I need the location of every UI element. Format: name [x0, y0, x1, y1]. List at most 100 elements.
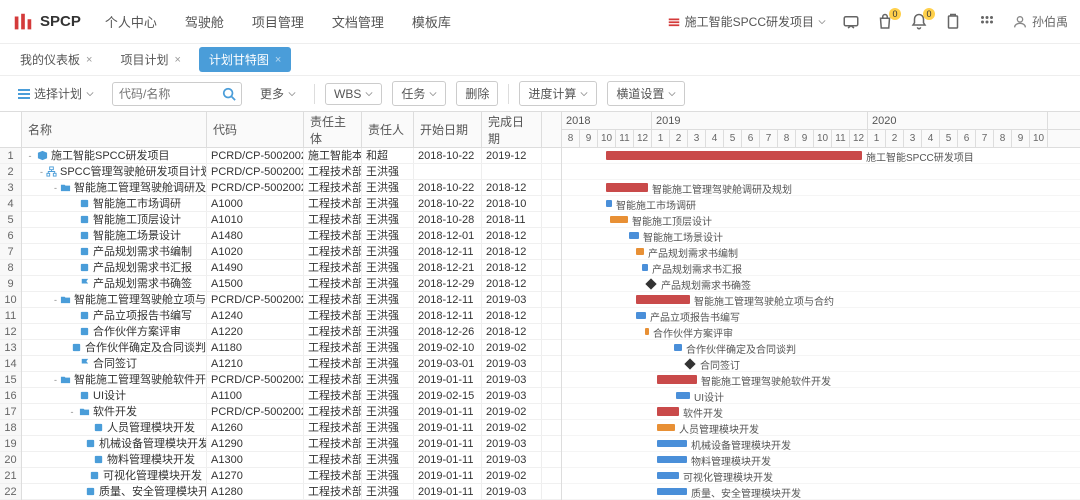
- col-resp[interactable]: 责任人: [362, 112, 414, 147]
- gantt-row[interactable]: 合作伙伴确定及合同谈判: [562, 340, 1080, 356]
- gantt-row[interactable]: 合作伙伴方案评审: [562, 324, 1080, 340]
- gantt-row[interactable]: 智能施工顶层设计: [562, 212, 1080, 228]
- gantt-bar[interactable]: [610, 216, 628, 223]
- close-icon[interactable]: ×: [86, 54, 92, 66]
- gantt-row[interactable]: 产品立项报告书编写: [562, 308, 1080, 324]
- milestone-icon[interactable]: [684, 358, 695, 369]
- gantt-row[interactable]: 智能施工场景设计: [562, 228, 1080, 244]
- gantt-row[interactable]: UI设计: [562, 388, 1080, 404]
- gantt-row[interactable]: 物料管理模块开发: [562, 452, 1080, 468]
- more-button[interactable]: 更多: [252, 82, 304, 105]
- gantt-bar[interactable]: [642, 264, 648, 271]
- row-number[interactable]: 22: [0, 484, 21, 500]
- gantt-row[interactable]: 质量、安全管理模块开发: [562, 484, 1080, 500]
- nav-item[interactable]: 驾驶舱: [185, 12, 224, 31]
- row-number[interactable]: 17: [0, 404, 21, 420]
- progress-button[interactable]: 进度计算: [519, 81, 597, 106]
- close-icon[interactable]: ×: [174, 54, 180, 66]
- table-row[interactable]: -软件开发PCRD/CP-50020021工程技术部王洪强2019-01-112…: [22, 404, 561, 420]
- expand-icon[interactable]: -: [54, 372, 57, 387]
- gantt-row[interactable]: 人员管理模块开发: [562, 420, 1080, 436]
- expand-icon[interactable]: -: [54, 180, 57, 195]
- project-selector[interactable]: 施工智能SPCC研发项目: [667, 13, 826, 30]
- gantt-row[interactable]: [562, 164, 1080, 180]
- row-number[interactable]: 5: [0, 212, 21, 228]
- table-row[interactable]: 智能施工市场调研A1000工程技术部王洪强2018-10-222018-10: [22, 196, 561, 212]
- row-number[interactable]: 16: [0, 388, 21, 404]
- gantt-bar[interactable]: [645, 328, 649, 335]
- gantt-row[interactable]: 智能施工管理驾驶舱软件开发: [562, 372, 1080, 388]
- clipboard-icon[interactable]: [944, 13, 962, 31]
- gantt-row[interactable]: 智能施工市场调研: [562, 196, 1080, 212]
- row-number[interactable]: 4: [0, 196, 21, 212]
- expand-icon[interactable]: -: [68, 404, 76, 419]
- gantt-row[interactable]: 施工智能SPCC研发项目: [562, 148, 1080, 164]
- gantt-panel[interactable]: 201820192020 891011121234567891011121234…: [562, 112, 1080, 500]
- bell-icon[interactable]: 0: [910, 13, 928, 31]
- gantt-bar[interactable]: [606, 200, 612, 207]
- gantt-bar[interactable]: [629, 232, 639, 239]
- row-number[interactable]: 14: [0, 356, 21, 372]
- apps-icon[interactable]: [978, 13, 996, 31]
- search-icon[interactable]: [222, 87, 236, 101]
- chat-icon[interactable]: [842, 13, 860, 31]
- row-number[interactable]: 9: [0, 276, 21, 292]
- row-number[interactable]: 21: [0, 468, 21, 484]
- nav-item[interactable]: 文档管理: [332, 12, 384, 31]
- table-row[interactable]: 质量、安全管理模块开发A1280工程技术部王洪强2019-01-112019-0…: [22, 484, 561, 500]
- row-number[interactable]: 18: [0, 420, 21, 436]
- gantt-bar[interactable]: [606, 183, 648, 192]
- table-row[interactable]: -智能施工管理驾驶舱立项与合约PCRD/CP-50020021工程技术部王洪强2…: [22, 292, 561, 308]
- settings-button[interactable]: 横道设置: [607, 81, 685, 106]
- milestone-icon[interactable]: [645, 278, 656, 289]
- col-name[interactable]: 名称: [22, 112, 207, 147]
- table-row[interactable]: 合作伙伴确定及合同谈判A1180工程技术部王洪强2019-02-102019-0…: [22, 340, 561, 356]
- gantt-row[interactable]: 软件开发: [562, 404, 1080, 420]
- gantt-bar[interactable]: [676, 392, 690, 399]
- gantt-row[interactable]: 机械设备管理模块开发: [562, 436, 1080, 452]
- gantt-bar[interactable]: [606, 151, 862, 160]
- close-icon[interactable]: ×: [275, 54, 281, 66]
- gantt-row[interactable]: 智能施工管理驾驶舱立项与合约: [562, 292, 1080, 308]
- col-code[interactable]: 代码: [207, 112, 304, 147]
- table-row[interactable]: 产品规划需求书编制A1020工程技术部王洪强2018-12-112018-12: [22, 244, 561, 260]
- table-row[interactable]: -智能施工管理驾驶舱软件开发PCRD/CP-50020021工程技术部王洪强20…: [22, 372, 561, 388]
- gantt-bar[interactable]: [636, 248, 644, 255]
- nav-item[interactable]: 模板库: [412, 12, 451, 31]
- row-number[interactable]: 13: [0, 340, 21, 356]
- row-number[interactable]: 20: [0, 452, 21, 468]
- delete-button[interactable]: 删除: [456, 81, 498, 106]
- gantt-bar[interactable]: [657, 424, 675, 431]
- row-number[interactable]: 19: [0, 436, 21, 452]
- gantt-bar[interactable]: [636, 312, 646, 319]
- gantt-bar[interactable]: [657, 472, 679, 479]
- gantt-bar[interactable]: [657, 440, 687, 447]
- table-row[interactable]: 可视化管理模块开发A1270工程技术部王洪强2019-01-112019-02: [22, 468, 561, 484]
- gantt-bar[interactable]: [674, 344, 682, 351]
- row-number[interactable]: 6: [0, 228, 21, 244]
- table-row[interactable]: 机械设备管理模块开发A1290工程技术部王洪强2019-01-112019-03: [22, 436, 561, 452]
- table-row[interactable]: 物料管理模块开发A1300工程技术部王洪强2019-01-112019-03: [22, 452, 561, 468]
- table-row[interactable]: 产品立项报告书编写A1240工程技术部王洪强2018-12-112018-12: [22, 308, 561, 324]
- row-number[interactable]: 1: [0, 148, 21, 164]
- table-row[interactable]: -智能施工管理驾驶舱调研及规划PCRD/CP-50020021工程技术部王洪强2…: [22, 180, 561, 196]
- expand-icon[interactable]: -: [40, 164, 43, 179]
- expand-icon[interactable]: -: [54, 292, 57, 307]
- table-row[interactable]: 产品规划需求书汇报A1490工程技术部王洪强2018-12-212018-12: [22, 260, 561, 276]
- col-start[interactable]: 开始日期: [414, 112, 482, 147]
- gantt-row[interactable]: 产品规划需求书编制: [562, 244, 1080, 260]
- tab[interactable]: 项目计划×: [110, 47, 190, 72]
- row-number[interactable]: 8: [0, 260, 21, 276]
- wbs-button[interactable]: WBS: [325, 83, 382, 105]
- gantt-row[interactable]: 产品规划需求书确签: [562, 276, 1080, 292]
- tab[interactable]: 计划甘特图×: [199, 47, 291, 72]
- tab[interactable]: 我的仪表板×: [10, 47, 102, 72]
- expand-icon[interactable]: -: [26, 148, 34, 163]
- row-number[interactable]: 7: [0, 244, 21, 260]
- table-row[interactable]: 合同签订A1210工程技术部王洪强2019-03-012019-03: [22, 356, 561, 372]
- row-number[interactable]: 10: [0, 292, 21, 308]
- gantt-body[interactable]: 施工智能SPCC研发项目智能施工管理驾驶舱调研及规划智能施工市场调研智能施工顶层…: [562, 148, 1080, 500]
- nav-item[interactable]: 个人中心: [105, 12, 157, 31]
- row-number[interactable]: 15: [0, 372, 21, 388]
- gantt-bar[interactable]: [657, 407, 679, 416]
